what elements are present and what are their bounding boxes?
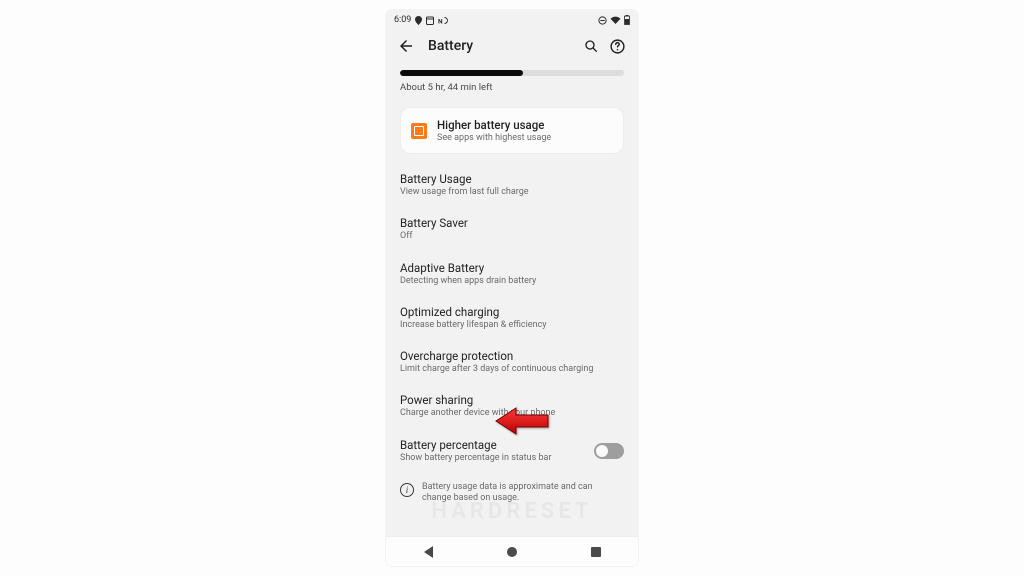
item-optimized-charging[interactable]: Optimized charging Increase battery life… (400, 305, 624, 331)
item-subtitle: Off (400, 231, 624, 242)
info-row: Battery usage data is approximate and ca… (400, 482, 624, 505)
time-remaining: About 5 hr, 44 min left (400, 82, 624, 93)
page-title: Battery (428, 38, 578, 54)
item-texts: Battery percentage Show battery percenta… (400, 438, 551, 464)
help-icon (609, 38, 626, 55)
battery-percentage-switch[interactable] (594, 443, 624, 459)
item-subtitle: Detecting when apps drain battery (400, 276, 624, 287)
nav-home-button[interactable] (505, 545, 519, 559)
status-right (598, 15, 630, 25)
status-time: 6:09 (394, 15, 411, 25)
status-bar: 6:09 N (386, 10, 638, 28)
svg-text:N: N (438, 17, 443, 25)
item-subtitle: Increase battery lifespan & efficiency (400, 320, 624, 331)
item-title: Power sharing (400, 393, 624, 407)
item-title: Optimized charging (400, 305, 624, 319)
item-subtitle: Show battery percentage in status bar (400, 453, 551, 464)
phone-frame: 6:09 N Battery About 5 hr, 44 min l (386, 10, 638, 566)
item-title: Overcharge protection (400, 349, 624, 363)
item-battery-saver[interactable]: Battery Saver Off (400, 216, 624, 242)
battery-icon (624, 15, 630, 25)
battery-alert-icon (411, 123, 427, 139)
progress-fill (400, 70, 523, 76)
status-left: 6:09 N (394, 15, 448, 25)
item-title: Battery percentage (400, 438, 551, 452)
item-overcharge-protection[interactable]: Overcharge protection Limit charge after… (400, 349, 624, 375)
location-icon (415, 16, 422, 25)
nav-back-icon (424, 546, 433, 558)
wifi-icon (610, 16, 621, 25)
item-title: Battery Usage (400, 172, 624, 186)
item-title: Battery Saver (400, 216, 624, 230)
arrow-back-icon (397, 37, 415, 55)
item-subtitle: View usage from last full charge (400, 187, 624, 198)
app-bar: Battery (386, 28, 638, 64)
search-button[interactable] (578, 33, 604, 59)
item-adaptive-battery[interactable]: Adaptive Battery Detecting when apps dra… (400, 261, 624, 287)
item-battery-usage[interactable]: Battery Usage View usage from last full … (400, 172, 624, 198)
search-icon (583, 38, 599, 54)
higher-usage-card[interactable]: Higher battery usage See apps with highe… (400, 107, 624, 154)
nfc-icon: N (438, 16, 448, 25)
content-scroll[interactable]: About 5 hr, 44 min left Higher battery u… (386, 64, 638, 536)
nav-recent-icon (591, 547, 601, 557)
battery-progress: About 5 hr, 44 min left (400, 70, 624, 93)
nav-home-icon (507, 547, 517, 557)
dnd-icon (598, 16, 607, 25)
help-button[interactable] (604, 33, 630, 59)
back-button[interactable] (394, 34, 418, 58)
calendar-icon (426, 16, 434, 25)
item-subtitle: Charge another device with your phone (400, 408, 624, 419)
nav-recent-button[interactable] (589, 545, 603, 559)
card-subtitle: See apps with highest usage (437, 133, 551, 143)
info-text: Battery usage data is approximate and ca… (422, 482, 624, 505)
info-icon (400, 483, 414, 497)
card-title: Higher battery usage (437, 118, 551, 132)
progress-track (400, 70, 624, 76)
nav-back-button[interactable] (421, 545, 435, 559)
item-subtitle: Limit charge after 3 days of continuous … (400, 364, 624, 375)
card-texts: Higher battery usage See apps with highe… (437, 118, 551, 143)
item-power-sharing[interactable]: Power sharing Charge another device with… (400, 393, 624, 419)
item-title: Adaptive Battery (400, 261, 624, 275)
system-nav-bar (386, 536, 638, 566)
item-battery-percentage[interactable]: Battery percentage Show battery percenta… (400, 438, 624, 464)
